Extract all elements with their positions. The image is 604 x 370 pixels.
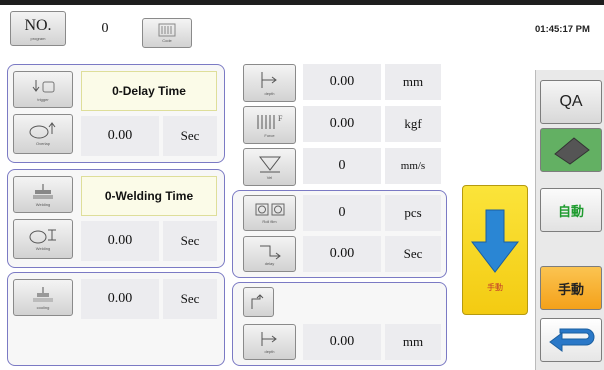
eraser-icon xyxy=(554,137,590,165)
auto-button[interactable]: 自動 xyxy=(540,188,602,232)
manual-button[interactable]: 手動 xyxy=(540,266,602,310)
delay-button[interactable]: delay xyxy=(243,236,296,272)
program-number-value: 0 xyxy=(72,12,138,46)
depth-icon xyxy=(261,72,277,88)
force-unit: kgf xyxy=(385,106,441,142)
cooling-unit: Sec xyxy=(163,279,217,319)
depth-caption: depth xyxy=(264,91,275,96)
depth-value: 0.00 xyxy=(303,64,381,100)
weld-button[interactable]: Welding xyxy=(13,176,73,213)
speed-unit: mm/s xyxy=(385,148,441,184)
force-icon: F xyxy=(257,114,283,129)
force-button[interactable]: F Force xyxy=(243,106,296,144)
weld-value: 0.00 xyxy=(81,221,159,261)
depth2-button[interactable]: depth xyxy=(243,324,296,360)
overlap-caption: Overlap xyxy=(35,141,50,146)
weld-unit: Sec xyxy=(163,221,217,261)
return-button[interactable] xyxy=(540,318,602,362)
auto-label: 自動 xyxy=(557,203,584,219)
speed-value: 0 xyxy=(303,148,381,184)
overlap-icon xyxy=(29,122,56,139)
pcs-value: 0 xyxy=(303,195,381,231)
depth-unit: mm xyxy=(385,64,441,100)
delay-time-title: 0-Delay Time xyxy=(81,71,217,111)
manual-down-caption: 手動 xyxy=(487,282,503,292)
trigger-icon xyxy=(32,79,55,92)
code-caption: Code xyxy=(162,38,172,43)
welding-button[interactable]: Welding xyxy=(13,219,73,259)
film-delay-value: 0.00 xyxy=(303,236,381,272)
depth2-caption: depth xyxy=(264,349,275,354)
top-border xyxy=(0,0,604,5)
cooling-caption: cooling xyxy=(36,304,50,310)
code-icon xyxy=(158,23,176,37)
weld-icon xyxy=(33,183,53,199)
qa-label: QA xyxy=(559,93,583,110)
roll-film-caption: Roll film xyxy=(262,219,277,224)
manual-down-button[interactable]: 手動 xyxy=(462,185,528,315)
depth2-unit: mm xyxy=(385,324,441,360)
welding-time-title: 0-Welding Time xyxy=(81,176,217,216)
program-caption: program xyxy=(30,35,46,41)
delay-icon xyxy=(259,245,281,260)
svg-text:F: F xyxy=(278,114,283,123)
down-arrow-icon xyxy=(470,209,520,273)
pcs-unit: pcs xyxy=(385,195,441,231)
program-number-label: NO. xyxy=(24,16,52,34)
depth-mode-button[interactable] xyxy=(243,287,274,317)
speed-icon xyxy=(258,156,281,173)
delay-value: 0.00 xyxy=(81,116,159,156)
depth-button[interactable]: depth xyxy=(243,64,296,102)
manual-label: 手動 xyxy=(557,281,584,297)
code-button[interactable]: Code xyxy=(142,18,192,48)
cooling-value: 0.00 xyxy=(81,279,159,319)
delay-caption: delay xyxy=(264,261,275,266)
welding-icon xyxy=(29,229,56,244)
depth2-value: 0.00 xyxy=(303,324,381,360)
film-delay-unit: Sec xyxy=(385,236,441,272)
clock-display: 01:45:17 PM xyxy=(535,24,590,35)
roll-film-icon xyxy=(255,203,284,216)
overlap-button[interactable]: Overlap xyxy=(13,114,73,154)
weld-caption: Welding xyxy=(35,201,51,207)
welding-caption: Welding xyxy=(35,246,51,251)
cooling-icon xyxy=(33,286,53,302)
depth-mode-icon xyxy=(251,294,263,309)
roll-film-button[interactable]: Roll film xyxy=(243,195,296,231)
force-value: 0.00 xyxy=(303,106,381,142)
speed-caption: Vel xyxy=(266,175,273,180)
program-number-button[interactable]: NO. program xyxy=(10,11,66,46)
cooling-button[interactable]: cooling xyxy=(13,279,73,316)
edit-button[interactable] xyxy=(540,128,602,172)
delay-unit: Sec xyxy=(163,116,217,156)
speed-button[interactable]: Vel xyxy=(243,148,296,186)
qa-button[interactable]: QA xyxy=(540,80,602,124)
trigger-button[interactable]: trigger xyxy=(13,71,73,108)
depth2-icon xyxy=(261,332,277,346)
trigger-caption: trigger xyxy=(37,96,49,102)
return-arrow-icon xyxy=(549,328,595,352)
force-caption: Force xyxy=(264,133,275,138)
